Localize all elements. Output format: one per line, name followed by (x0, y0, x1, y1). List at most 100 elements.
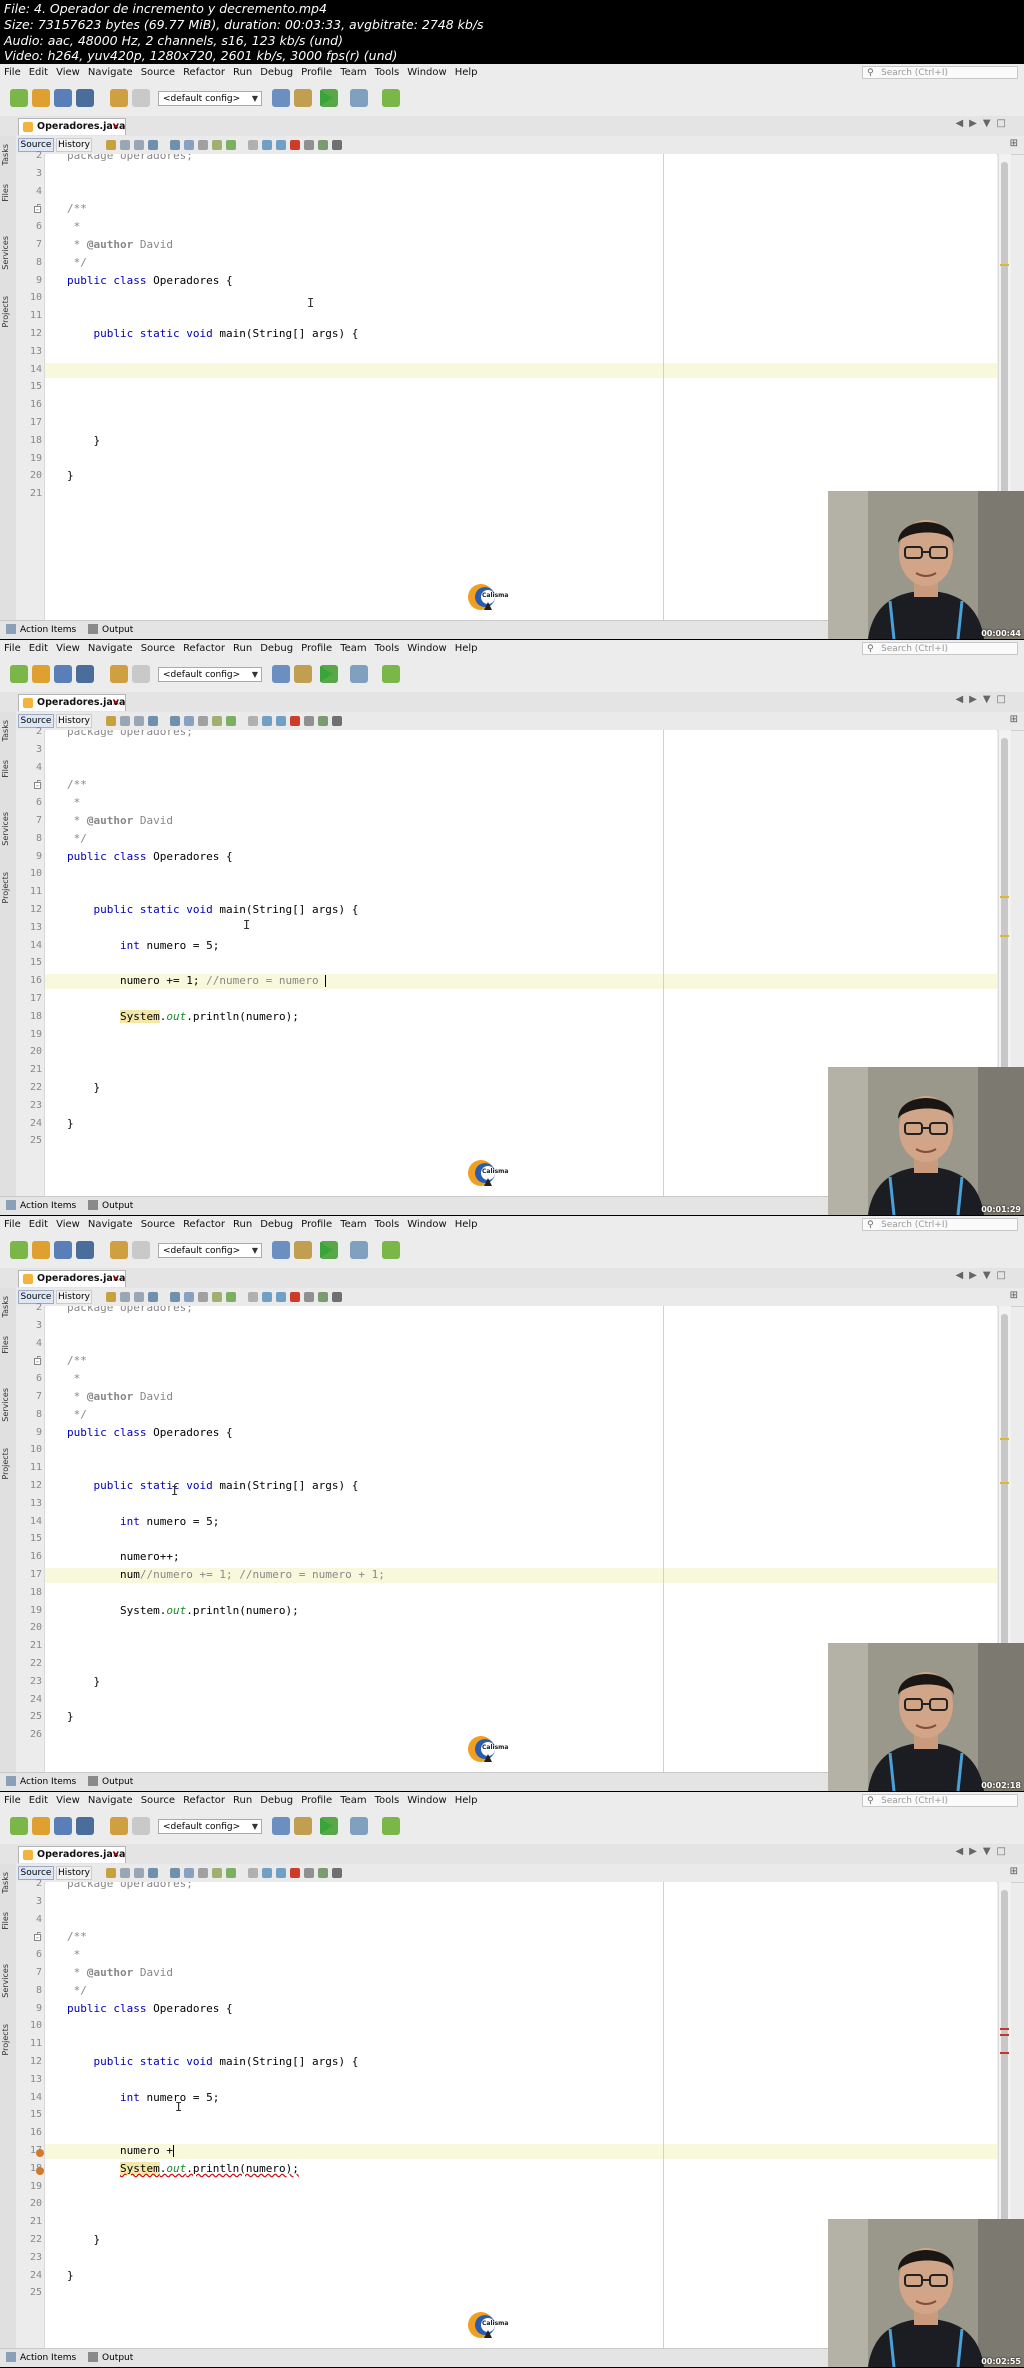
menu-item[interactable]: Source (137, 64, 179, 78)
editor-tool-icon[interactable] (262, 1868, 272, 1878)
fold-toggle-icon[interactable]: - (34, 782, 41, 790)
menu-item[interactable]: Run (229, 640, 256, 654)
toolbar-button[interactable] (76, 1817, 94, 1835)
menu-item[interactable]: Edit (25, 64, 52, 78)
menu-item[interactable]: File (0, 1792, 25, 1806)
maximize-icon[interactable]: ⊞ (1010, 1866, 1018, 1877)
toolbar-button[interactable] (350, 1817, 368, 1835)
side-tab-services[interactable]: Services (1, 1388, 15, 1422)
toolbar-button[interactable] (272, 1817, 290, 1835)
tab-nav-icons[interactable]: ◀▶▼□ (955, 1846, 1012, 1857)
toolbar-button[interactable] (76, 665, 94, 683)
menu-item[interactable]: Window (403, 1216, 450, 1230)
editor-tool-icon[interactable] (290, 716, 300, 726)
editor-tool-icon[interactable] (184, 716, 194, 726)
menu-item[interactable]: Window (403, 64, 450, 78)
toolbar-button[interactable] (54, 665, 72, 683)
editor-tool-icon[interactable] (248, 140, 258, 150)
maximize-icon[interactable]: ⊞ (1010, 1290, 1018, 1301)
menu-item[interactable]: Team (336, 1792, 370, 1806)
side-tab-tasks[interactable]: Tasks (1, 1872, 15, 1893)
editor-tool-icon[interactable] (332, 1868, 342, 1878)
toolbar-button[interactable] (294, 665, 312, 683)
output-tab[interactable]: Output (102, 1201, 133, 1211)
toolbar-button[interactable] (110, 89, 128, 107)
editor-tool-icon[interactable] (212, 716, 222, 726)
side-tab-projects[interactable]: Projects (1, 872, 15, 904)
editor-tool-icon[interactable] (106, 140, 116, 150)
toolbar-button[interactable] (110, 1817, 128, 1835)
side-tab-files[interactable]: Files (1, 1336, 15, 1354)
editor-tool-icon[interactable] (134, 716, 144, 726)
close-icon[interactable]: × (112, 119, 120, 135)
tab-nav-icons[interactable]: ◀▶▼□ (955, 1270, 1012, 1281)
toolbar-button[interactable] (350, 89, 368, 107)
menu-item[interactable]: Help (451, 1216, 482, 1230)
output-tab[interactable]: Output (102, 625, 133, 635)
toolbar-button[interactable] (132, 1817, 150, 1835)
toolbar-button[interactable] (382, 665, 400, 683)
menu-item[interactable]: Help (451, 64, 482, 78)
config-select[interactable]: <default config> ▼ (158, 1243, 262, 1258)
menu-item[interactable]: Profile (297, 640, 336, 654)
menu-item[interactable]: File (0, 640, 25, 654)
toolbar-button[interactable] (76, 89, 94, 107)
menu-item[interactable]: Source (137, 1216, 179, 1230)
history-button[interactable]: History (56, 1290, 92, 1304)
editor-tool-icon[interactable] (134, 1292, 144, 1302)
editor-tool-icon[interactable] (148, 140, 158, 150)
editor-tool-icon[interactable] (248, 716, 258, 726)
side-tab-projects[interactable]: Projects (1, 2024, 15, 2056)
editor-tool-icon[interactable] (318, 140, 328, 150)
editor-tool-icon[interactable] (106, 1292, 116, 1302)
menu-item[interactable]: Edit (25, 1792, 52, 1806)
menu-item[interactable]: Debug (256, 1216, 297, 1230)
editor-tool-icon[interactable] (276, 140, 286, 150)
toolbar-button[interactable] (54, 1241, 72, 1259)
menu-item[interactable]: File (0, 64, 25, 78)
editor-tool-icon[interactable] (148, 1292, 158, 1302)
close-icon[interactable]: × (112, 695, 120, 711)
maximize-icon[interactable]: ⊞ (1010, 714, 1018, 725)
side-tab-services[interactable]: Services (1, 812, 15, 846)
editor-tool-icon[interactable] (134, 140, 144, 150)
editor-tool-icon[interactable] (170, 140, 180, 150)
editor-tool-icon[interactable] (226, 1868, 236, 1878)
menu-item[interactable]: Navigate (84, 1792, 137, 1806)
side-tab-tasks[interactable]: Tasks (1, 144, 15, 165)
editor-tool-icon[interactable] (134, 1868, 144, 1878)
menu-item[interactable]: Debug (256, 64, 297, 78)
history-button[interactable]: History (56, 138, 92, 152)
toolbar-button[interactable] (382, 89, 400, 107)
action-items-tab[interactable]: Action Items (20, 2353, 76, 2363)
tab-operadores-java[interactable]: Operadores.java × (18, 1270, 126, 1287)
menu-item[interactable]: Navigate (84, 1216, 137, 1230)
toolbar-button[interactable] (32, 89, 50, 107)
menu-item[interactable]: Tools (371, 1792, 404, 1806)
editor-tool-icon[interactable] (198, 1292, 208, 1302)
toolbar-button[interactable] (10, 1817, 28, 1835)
fold-toggle-icon[interactable]: - (34, 1934, 41, 1942)
menu-item[interactable]: Source (137, 1792, 179, 1806)
menu-item[interactable]: View (52, 1792, 84, 1806)
tab-operadores-java[interactable]: Operadores.java × (18, 694, 126, 711)
config-select[interactable]: <default config> ▼ (158, 91, 262, 106)
menu-item[interactable]: View (52, 64, 84, 78)
menu-item[interactable]: View (52, 1216, 84, 1230)
editor-tool-icon[interactable] (184, 1868, 194, 1878)
side-tab-projects[interactable]: Projects (1, 296, 15, 328)
menu-item[interactable]: Run (229, 1792, 256, 1806)
menu-item[interactable]: Navigate (84, 640, 137, 654)
editor-tool-icon[interactable] (184, 140, 194, 150)
search-input[interactable]: ⚲ Search (Ctrl+I) (862, 66, 1018, 79)
editor-tool-icon[interactable] (198, 1868, 208, 1878)
menu-item[interactable]: Profile (297, 1792, 336, 1806)
toolbar-button[interactable] (132, 1241, 150, 1259)
toolbar-button[interactable] (272, 89, 290, 107)
side-tab-files[interactable]: Files (1, 184, 15, 202)
menu-item[interactable]: Edit (25, 640, 52, 654)
run-icon[interactable] (320, 666, 333, 682)
editor-tool-icon[interactable] (106, 716, 116, 726)
menu-item[interactable]: Tools (371, 640, 404, 654)
toolbar-button[interactable] (294, 1817, 312, 1835)
